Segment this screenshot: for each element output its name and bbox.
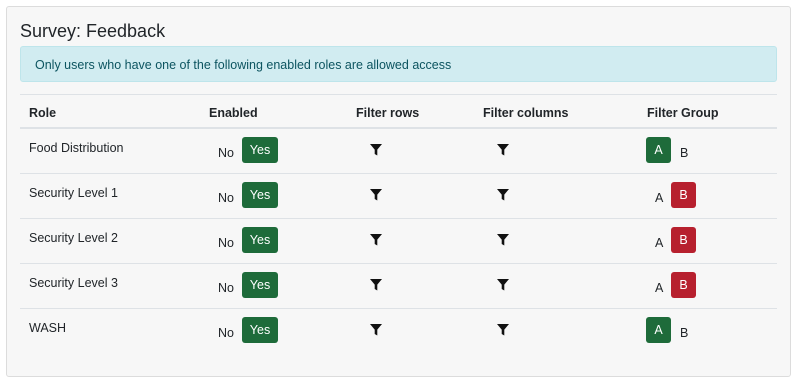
role-name: WASH [29,321,67,335]
filter-rows-icon[interactable] [370,279,382,291]
role-name: Security Level 3 [29,276,118,290]
table-row: Security Level 1 No Yes A B [20,174,777,219]
enabled-yes-button[interactable]: Yes [242,272,278,298]
roles-table: Role Enabled Filter rows Filter columns … [20,94,777,354]
group-a-button[interactable]: A [646,137,671,163]
enabled-no-option[interactable]: No [218,281,234,295]
filter-columns-icon[interactable] [497,189,509,201]
filter-columns-icon[interactable] [497,279,509,291]
table-row: Security Level 3 No Yes A B [20,264,777,309]
enabled-yes-button[interactable]: Yes [242,182,278,208]
enabled-yes-button[interactable]: Yes [242,137,278,163]
group-b-option[interactable]: B [680,146,688,160]
filter-columns-icon[interactable] [497,234,509,246]
enabled-yes-button[interactable]: Yes [242,317,278,343]
header-role: Role [29,106,57,120]
role-name: Security Level 1 [29,186,118,200]
table-row: WASH No Yes A B [20,309,777,354]
role-name: Food Distribution [29,141,124,155]
header-filter-group: Filter Group [647,106,719,120]
filter-rows-icon[interactable] [370,324,382,336]
group-b-button[interactable]: B [671,272,696,298]
survey-panel: Survey: Feedback Only users who have one… [6,6,791,377]
filter-columns-icon[interactable] [497,324,509,336]
filter-columns-icon[interactable] [497,144,509,156]
table-row: Food Distribution No Yes A B [20,129,777,174]
group-a-button[interactable]: A [646,317,671,343]
group-a-option[interactable]: A [655,236,663,250]
table-row: Security Level 2 No Yes A B [20,219,777,264]
enabled-no-option[interactable]: No [218,326,234,340]
enabled-no-option[interactable]: No [218,146,234,160]
page-title: Survey: Feedback [20,21,166,41]
group-b-button[interactable]: B [671,182,696,208]
enabled-yes-button[interactable]: Yes [242,227,278,253]
group-a-option[interactable]: A [655,281,663,295]
access-notice: Only users who have one of the following… [20,46,777,82]
header-filter-columns: Filter columns [483,106,569,120]
header-enabled: Enabled [209,106,258,120]
filter-rows-icon[interactable] [370,189,382,201]
table-header: Role Enabled Filter rows Filter columns … [20,94,777,129]
filter-rows-icon[interactable] [370,234,382,246]
group-a-option[interactable]: A [655,191,663,205]
group-b-button[interactable]: B [671,227,696,253]
filter-rows-icon[interactable] [370,144,382,156]
role-name: Security Level 2 [29,231,118,245]
header-filter-rows: Filter rows [356,106,420,120]
enabled-no-option[interactable]: No [218,191,234,205]
enabled-no-option[interactable]: No [218,236,234,250]
group-b-option[interactable]: B [680,326,688,340]
